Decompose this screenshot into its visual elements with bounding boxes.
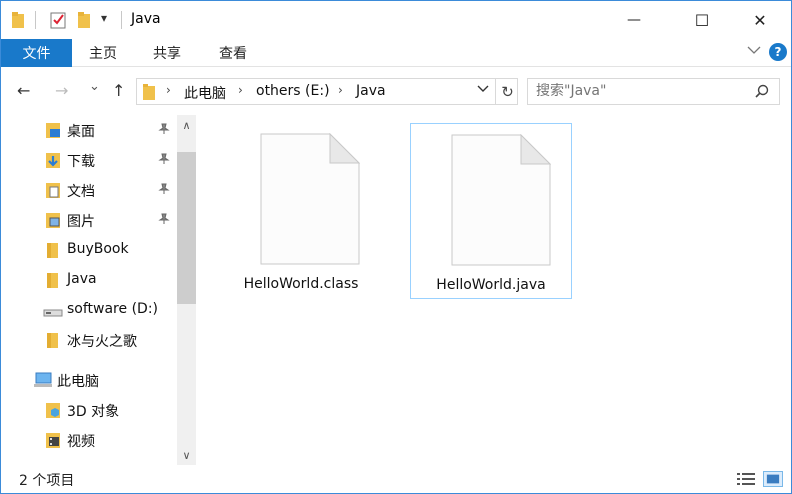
title-separator <box>121 11 122 29</box>
pin-icon[interactable] <box>158 183 170 198</box>
properties-icon[interactable] <box>49 11 67 29</box>
sidebar-item-3d-objects[interactable]: 3D 对象 <box>1 395 177 425</box>
address-bar[interactable]: › 此电脑 › others (E:) › Java ↻ <box>136 78 518 105</box>
file-list: HelloWorld.class HelloWorld.java <box>198 115 791 465</box>
new-folder-icon[interactable] <box>77 11 91 29</box>
breadcrumb-this-pc[interactable]: 此电脑 <box>184 83 226 103</box>
documents-icon <box>46 183 60 198</box>
desktop-icon <box>46 123 60 138</box>
sidebar-item-label: 图片 <box>67 214 95 230</box>
folder-icon <box>47 243 58 258</box>
forward-button[interactable]: → <box>55 81 68 100</box>
sidebar-item-drive-d[interactable]: software (D:) <box>1 295 177 325</box>
maximize-icon: ☐ <box>694 10 710 30</box>
address-chevron-icon[interactable]: › <box>338 83 343 97</box>
explorer-window: ▾ Java — ☐ ✕ 文件 主页 共享 查看 ? ← → ⌄ ↑ › 此电脑… <box>0 0 792 494</box>
search-box[interactable] <box>527 78 780 105</box>
navigation-bar: ← → ⌄ ↑ › 此电脑 › others (E:) › Java ↻ <box>1 67 791 115</box>
sidebar-item-java[interactable]: Java <box>1 265 177 295</box>
folder-icon <box>143 84 155 100</box>
address-chevron-icon[interactable]: › <box>238 83 243 97</box>
chevron-up-icon: ∧ <box>182 118 191 132</box>
sidebar-item-label: software (D:) <box>67 301 158 317</box>
sidebar-item-label: 文档 <box>67 184 95 200</box>
file-icon <box>260 133 360 265</box>
tab-share[interactable]: 共享 <box>153 39 181 67</box>
back-button[interactable]: ← <box>17 81 30 100</box>
refresh-icon: ↻ <box>501 82 514 101</box>
drive-icon <box>43 309 63 317</box>
downloads-icon <box>46 153 60 168</box>
close-icon: ✕ <box>753 10 767 30</box>
recent-locations-button[interactable]: ⌄ <box>89 79 100 94</box>
sidebar-item-desktop[interactable]: 桌面 <box>1 115 177 145</box>
customize-quick-access-icon[interactable]: ▾ <box>101 11 107 25</box>
maximize-button[interactable]: ☐ <box>679 1 725 39</box>
sidebar-item-this-pc[interactable]: 此电脑 <box>1 365 177 395</box>
status-bar: 2 个项目 <box>1 465 791 493</box>
sidebar-scrollbar-thumb[interactable] <box>177 152 196 304</box>
file-item-selected[interactable]: HelloWorld.java <box>410 123 572 299</box>
sidebar-item-label: BuyBook <box>67 241 129 257</box>
pin-icon[interactable] <box>158 153 170 168</box>
refresh-button[interactable]: ↻ <box>495 78 519 105</box>
sidebar-item-label: 3D 对象 <box>67 404 120 420</box>
folder-icon <box>47 273 58 288</box>
help-button[interactable]: ? <box>769 43 787 61</box>
help-icon: ? <box>774 45 782 59</box>
breadcrumb-java[interactable]: Java <box>356 83 386 99</box>
videos-icon <box>46 433 60 448</box>
title-bar: ▾ Java — ☐ ✕ <box>1 1 791 39</box>
folder-icon <box>12 12 24 28</box>
sidebar-item-folder[interactable]: 冰与火之歌 <box>1 325 177 355</box>
details-view-icon[interactable] <box>736 471 756 487</box>
address-chevron-icon[interactable]: › <box>166 83 171 97</box>
file-name: HelloWorld.class <box>243 276 359 292</box>
minimize-icon: — <box>627 12 641 28</box>
large-icons-view-icon[interactable] <box>763 471 783 487</box>
tab-view[interactable]: 查看 <box>219 39 247 67</box>
sidebar-item-label: 视频 <box>67 434 95 450</box>
sidebar-item-buybook[interactable]: BuyBook <box>1 235 177 265</box>
search-input[interactable] <box>536 83 746 99</box>
search-icon[interactable] <box>755 84 769 98</box>
sidebar-item-label: 桌面 <box>67 124 95 140</box>
title-separator <box>35 11 36 29</box>
tab-file[interactable]: 文件 <box>1 39 72 67</box>
sidebar-item-downloads[interactable]: 下载 <box>1 145 177 175</box>
pin-icon[interactable] <box>158 123 170 138</box>
navigation-pane: 桌面 下载 文档 图片 BuyBook Java software (D:) 冰… <box>1 115 197 465</box>
sidebar-item-label: Java <box>67 271 97 287</box>
minimize-button[interactable]: — <box>611 1 657 39</box>
pin-icon[interactable] <box>158 213 170 228</box>
file-name: HelloWorld.java <box>436 277 546 293</box>
scroll-down-button[interactable]: ∨ <box>177 445 196 465</box>
file-item[interactable]: HelloWorld.class <box>220 123 382 299</box>
folder-icon <box>47 333 58 348</box>
sidebar-item-label: 冰与火之歌 <box>67 334 137 350</box>
sidebar-item-documents[interactable]: 文档 <box>1 175 177 205</box>
ribbon: 文件 主页 共享 查看 ? <box>1 39 791 67</box>
this-pc-icon <box>34 372 52 387</box>
file-icon <box>451 134 551 266</box>
scroll-up-button[interactable]: ∧ <box>177 115 196 135</box>
sidebar-item-videos[interactable]: 视频 <box>1 425 177 455</box>
close-button[interactable]: ✕ <box>737 1 783 39</box>
chevron-down-icon: ∨ <box>182 448 191 462</box>
up-button[interactable]: ↑ <box>112 81 125 100</box>
pictures-icon <box>46 213 60 228</box>
breadcrumb-drive-e[interactable]: others (E:) <box>256 83 330 99</box>
address-dropdown-icon[interactable] <box>477 84 489 94</box>
expand-ribbon-icon[interactable] <box>747 45 761 55</box>
sidebar-item-pictures[interactable]: 图片 <box>1 205 177 235</box>
tab-home[interactable]: 主页 <box>89 39 117 67</box>
sidebar-item-label: 下载 <box>67 154 95 170</box>
sidebar-item-label: 此电脑 <box>57 374 99 390</box>
item-count: 2 个项目 <box>19 473 75 489</box>
window-title: Java <box>131 11 161 27</box>
3d-objects-icon <box>46 403 60 418</box>
